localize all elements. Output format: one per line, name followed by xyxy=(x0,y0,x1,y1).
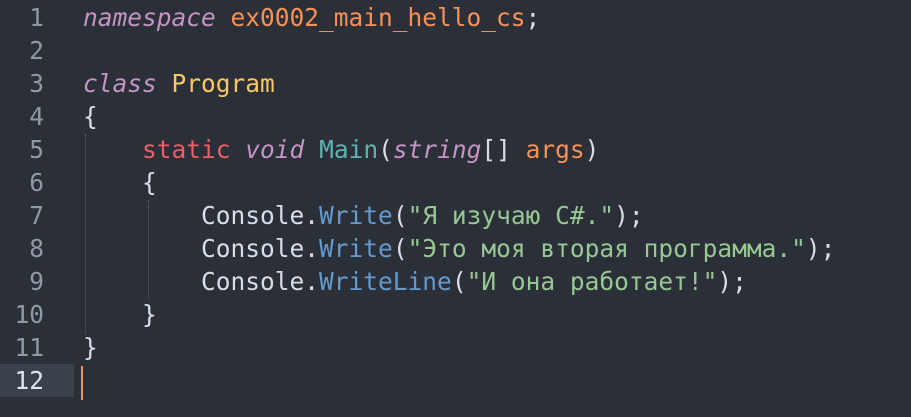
line-code: { xyxy=(83,166,157,199)
code-token: "Я изучаю C#." xyxy=(407,201,615,230)
line-number: 2 xyxy=(29,36,44,65)
code-editor[interactable]: 1 namespace ex0002_main_hello_cs; 2 3 class … xyxy=(0,0,911,417)
line-number: 9 xyxy=(29,267,44,296)
code-token: void xyxy=(245,135,305,164)
line-number: 12 xyxy=(14,366,44,395)
indent-guide xyxy=(148,200,149,300)
line-number: 3 xyxy=(29,69,44,98)
line-number: 11 xyxy=(14,333,44,362)
line-code: static void Main(string[] args) xyxy=(83,133,599,166)
line-number: 8 xyxy=(29,234,44,263)
code-token: Console xyxy=(201,267,305,296)
code-line[interactable]: 9 Console.WriteLine("И она работает!"); xyxy=(0,265,911,298)
code-token: ( xyxy=(392,234,408,263)
code-line[interactable]: 5 static void Main(string[] args) xyxy=(0,133,911,166)
line-number: 4 xyxy=(29,102,44,131)
line-number: 7 xyxy=(29,201,44,230)
line-code: { xyxy=(83,100,98,133)
code-token: Console xyxy=(201,234,305,263)
code-line[interactable]: 7 Console.Write("Я изучаю C#."); xyxy=(0,199,911,232)
line-number: 10 xyxy=(14,300,44,329)
code-token: static xyxy=(142,135,231,164)
code-token: . xyxy=(304,201,320,230)
code-token: WriteLine xyxy=(319,267,452,296)
code-token: Main xyxy=(319,135,379,164)
code-token: args xyxy=(525,135,585,164)
code-token: ; xyxy=(525,3,541,32)
code-line[interactable]: 8 Console.Write("Это моя вторая программ… xyxy=(0,232,911,265)
code-token: Write xyxy=(319,201,393,230)
code-token: "И она работает!" xyxy=(466,267,718,296)
code-token: string xyxy=(392,135,482,164)
line-code: Console.WriteLine("И она работает!"); xyxy=(83,265,747,298)
code-line[interactable]: 6 { xyxy=(0,166,911,199)
code-token: Write xyxy=(319,234,393,263)
line-code: namespace ex0002_main_hello_cs; xyxy=(83,1,540,34)
code-line[interactable]: 1 namespace ex0002_main_hello_cs; xyxy=(0,1,911,34)
code-line[interactable]: 11} xyxy=(0,331,911,364)
code-token: ( xyxy=(378,135,393,164)
line-number: 5 xyxy=(29,135,44,164)
code-line[interactable]: 10 } xyxy=(0,298,911,331)
code-token: namespace xyxy=(83,3,216,32)
code-line[interactable]: 12 xyxy=(0,364,911,397)
code-token: ) xyxy=(584,135,600,164)
code-token: ); xyxy=(717,267,747,296)
code-token: ( xyxy=(392,201,408,230)
line-code: } xyxy=(83,331,98,364)
code-token: Console xyxy=(201,201,305,230)
code-token: [] xyxy=(481,135,526,164)
text-cursor xyxy=(81,366,83,400)
line-code: } xyxy=(83,298,157,331)
line-code: Console.Write("Это моя вторая программа.… xyxy=(83,232,835,265)
line-code: Console.Write("Я изучаю C#."); xyxy=(83,199,644,232)
code-token: . xyxy=(304,234,320,263)
code-token: Program xyxy=(171,69,275,98)
code-line[interactable]: 2 xyxy=(0,34,911,67)
code-token: ); xyxy=(614,201,644,230)
line-number: 1 xyxy=(29,3,44,32)
line-number: 6 xyxy=(29,168,44,197)
indent-guide xyxy=(85,134,86,334)
code-token: ex0002_main_hello_cs xyxy=(230,3,526,32)
code-token: } xyxy=(83,333,98,362)
code-token: ( xyxy=(451,267,467,296)
code-line[interactable]: 4{ xyxy=(0,100,911,133)
code-token: { xyxy=(83,102,98,131)
code-token: . xyxy=(304,267,320,296)
code-token: } xyxy=(142,300,157,329)
code-token: ); xyxy=(805,234,836,263)
code-line[interactable]: 3 class Program xyxy=(0,67,911,100)
line-code: class Program xyxy=(83,67,275,100)
code-token: class xyxy=(83,69,157,98)
code-token: { xyxy=(142,168,157,197)
code-token: "Это моя вторая программа." xyxy=(407,234,806,263)
